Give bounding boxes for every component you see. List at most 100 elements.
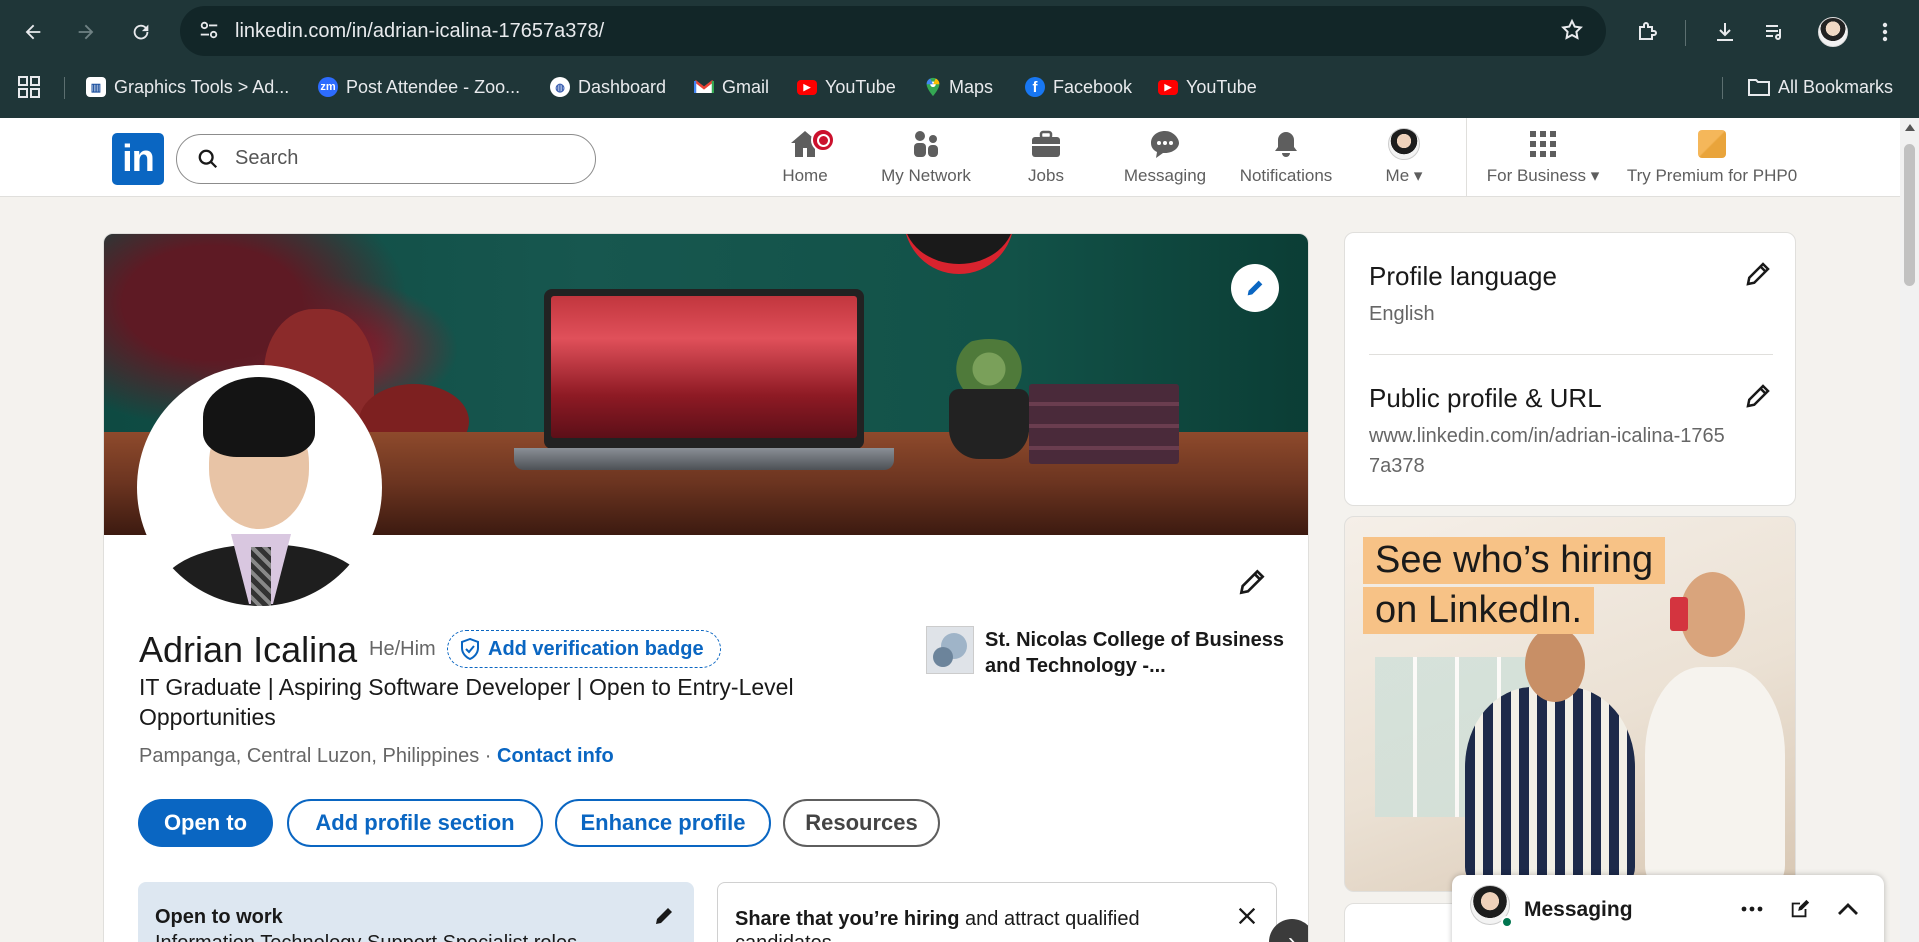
avatar bbox=[1388, 128, 1420, 160]
scroll-up-arrow[interactable] bbox=[1905, 124, 1915, 131]
forward-button[interactable] bbox=[67, 13, 105, 51]
banner-lamp bbox=[904, 234, 1014, 274]
browser-profile-button[interactable] bbox=[1814, 13, 1852, 51]
open-to-button[interactable]: Open to bbox=[138, 799, 273, 847]
edit-banner-button[interactable] bbox=[1231, 264, 1279, 312]
url-text[interactable]: linkedin.com/in/adrian-icalina-17657a378… bbox=[235, 20, 604, 43]
add-profile-section-button[interactable]: Add profile section bbox=[287, 799, 543, 847]
resources-button[interactable]: Resources bbox=[783, 799, 940, 847]
pencil-icon bbox=[1239, 569, 1265, 595]
logo-text: in bbox=[122, 137, 155, 180]
youtube-icon: ▶ bbox=[797, 79, 817, 95]
nav-my-network[interactable]: My Network bbox=[876, 124, 976, 194]
nav-business-label-row: For Business ▾ bbox=[1487, 166, 1599, 186]
bookmarks-divider bbox=[64, 77, 65, 99]
nav-try-premium[interactable]: Try Premium for PHP0 bbox=[1624, 124, 1800, 194]
chevron-up-icon bbox=[1838, 903, 1858, 915]
messaging-overlay[interactable]: Messaging bbox=[1452, 875, 1884, 942]
expand-messaging-button[interactable] bbox=[1834, 895, 1862, 923]
school-name-link[interactable]: St. Nicolas College of Business and Tech… bbox=[985, 627, 1285, 679]
downloads-button[interactable] bbox=[1706, 13, 1744, 51]
bookmark-label: Dashboard bbox=[578, 76, 667, 97]
bookmark-youtube-2[interactable]: ▶ YouTube bbox=[1158, 74, 1257, 100]
apps-grid-icon[interactable] bbox=[18, 76, 40, 103]
bookmark-gmail[interactable]: Gmail bbox=[694, 74, 769, 100]
nav-jobs[interactable]: Jobs bbox=[1020, 124, 1072, 194]
enhance-profile-button[interactable]: Enhance profile bbox=[555, 799, 771, 847]
profile-headline: IT Graduate | Aspiring Software Develope… bbox=[139, 674, 794, 730]
edit-profile-language-button[interactable] bbox=[1743, 259, 1773, 294]
bookmark-maps[interactable]: Maps bbox=[925, 74, 993, 100]
extensions-button[interactable] bbox=[1628, 13, 1666, 51]
hiring-bold: Share that you’re hiring bbox=[735, 908, 960, 930]
back-button[interactable] bbox=[14, 13, 52, 51]
bookmark-youtube-1[interactable]: ▶ YouTube bbox=[797, 74, 896, 100]
bookmark-post-attendee[interactable]: zm Post Attendee - Zoo... bbox=[318, 74, 520, 100]
school-logo[interactable] bbox=[926, 626, 974, 674]
ad-person-right bbox=[1645, 667, 1785, 887]
public-profile-url: www.linkedin.com/in/adrian-icalina-17657… bbox=[1369, 425, 1725, 477]
add-verification-badge-button[interactable]: Add verification badge bbox=[447, 630, 721, 668]
hiring-ad-banner[interactable]: See who’s hiring on LinkedIn. bbox=[1344, 516, 1796, 892]
edit-public-profile-button[interactable] bbox=[1743, 381, 1773, 416]
contact-info-link[interactable]: Contact info bbox=[497, 745, 614, 767]
bookmark-label: Graphics Tools > Ad... bbox=[114, 76, 290, 97]
profile-photo[interactable] bbox=[137, 365, 382, 610]
download-icon bbox=[1717, 23, 1733, 41]
messaging-label: Messaging bbox=[1524, 898, 1633, 921]
pronouns: He/Him bbox=[369, 638, 436, 660]
address-bar[interactable]: linkedin.com/in/adrian-icalina-17657a378… bbox=[180, 6, 1606, 56]
chevron-down-icon: ▾ bbox=[1590, 166, 1600, 185]
search-input[interactable] bbox=[235, 147, 575, 170]
premium-icon-wrap bbox=[1698, 124, 1726, 164]
edit-open-to-work-button[interactable] bbox=[652, 904, 676, 933]
premium-icon bbox=[1698, 130, 1726, 158]
nav-label: For Business bbox=[1486, 166, 1586, 185]
all-bookmarks-button[interactable]: All Bookmarks bbox=[1748, 74, 1893, 100]
nav-home[interactable]: Home bbox=[780, 124, 835, 194]
shield-check-icon bbox=[461, 638, 479, 660]
ad-phone bbox=[1670, 597, 1688, 631]
nav-me[interactable]: Me ▾ bbox=[1374, 124, 1434, 194]
pencil-icon bbox=[656, 908, 672, 924]
page-scrollbar[interactable] bbox=[1900, 118, 1919, 942]
location-separator: · bbox=[484, 745, 492, 767]
bookmark-facebook[interactable]: f Facebook bbox=[1025, 74, 1132, 100]
nav-me-label-row: Me ▾ bbox=[1386, 166, 1423, 186]
youtube-icon: ▶ bbox=[1158, 79, 1178, 95]
nav-label: Messaging bbox=[1123, 166, 1207, 185]
open-to-work-card[interactable]: Open to work Information Technology Supp… bbox=[138, 882, 694, 942]
dismiss-hiring-button[interactable] bbox=[1236, 905, 1258, 932]
more-vert-icon bbox=[1882, 22, 1888, 42]
hiring-card[interactable]: Share that you’re hiring and attract qua… bbox=[717, 882, 1277, 942]
scrollbar-thumb[interactable] bbox=[1904, 144, 1915, 286]
me-avatar-wrap bbox=[1388, 124, 1420, 164]
browser-menu-button[interactable] bbox=[1866, 13, 1904, 51]
bookmark-label: YouTube bbox=[825, 76, 896, 97]
notifications-icon bbox=[1271, 124, 1301, 164]
location-row: Pampanga, Central Luzon, Philippines · C… bbox=[139, 745, 614, 768]
edit-intro-button[interactable] bbox=[1236, 566, 1268, 603]
ad-person-right-head bbox=[1680, 572, 1745, 657]
banner-plant-pot bbox=[949, 389, 1029, 459]
gmail-icon bbox=[694, 80, 714, 93]
bookmark-label: Maps bbox=[949, 76, 994, 97]
site-settings-icon[interactable] bbox=[198, 19, 220, 46]
linkedin-logo[interactable]: in bbox=[112, 133, 164, 185]
toolbar-divider bbox=[1685, 20, 1686, 46]
bookmark-star-icon[interactable] bbox=[1560, 18, 1584, 47]
profile-language-value: English bbox=[1369, 303, 1435, 325]
nav-for-business[interactable]: For Business ▾ bbox=[1482, 124, 1604, 194]
nav-notifications[interactable]: Notifications bbox=[1234, 124, 1338, 194]
media-control-button[interactable] bbox=[1756, 13, 1794, 51]
messaging-more-button[interactable] bbox=[1738, 895, 1766, 923]
bookmark-dashboard[interactable]: ◍ Dashboard bbox=[550, 74, 666, 100]
search-box[interactable] bbox=[176, 134, 596, 184]
bookmark-graphics-tools[interactable]: ▥ Graphics Tools > Ad... bbox=[86, 74, 289, 100]
nav-label: Notifications bbox=[1239, 166, 1333, 185]
my-network-icon bbox=[910, 124, 942, 164]
reload-button[interactable] bbox=[122, 13, 160, 51]
compose-message-button[interactable] bbox=[1786, 895, 1814, 923]
nav-messaging[interactable]: Messaging bbox=[1120, 124, 1210, 194]
media-queue-icon bbox=[1766, 25, 1781, 40]
